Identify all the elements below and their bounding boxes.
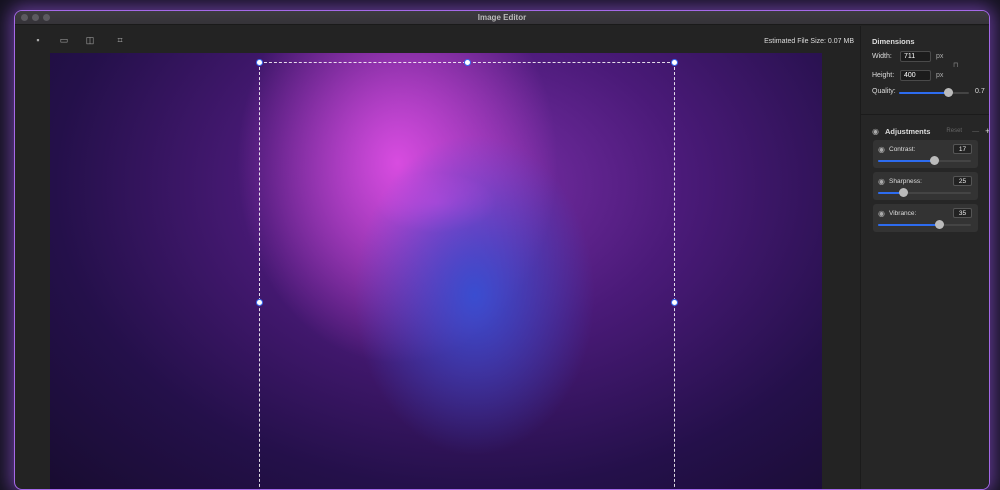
- settings-panel: Dimensions Width: 711 px ⊓ Height: 400 px Qu…: [860, 26, 989, 489]
- layout-icon[interactable]: ▪: [31, 35, 45, 45]
- width-input[interactable]: 711: [900, 51, 931, 62]
- adjustment-value-input[interactable]: 17: [953, 144, 972, 154]
- adjustment-label: Contrast:: [889, 146, 916, 153]
- quality-knob[interactable]: [944, 88, 953, 97]
- file-size-label: Estimated File Size: 0.07 MB: [764, 38, 854, 45]
- crop-handle-tl[interactable]: [256, 59, 263, 66]
- quality-label: Quality:: [872, 88, 896, 95]
- crop-handle-right[interactable]: [671, 299, 678, 306]
- height-label: Height:: [872, 72, 895, 79]
- window-title: Image Editor: [477, 13, 527, 22]
- image-editor-window: Image Editor ▪ ▭ ◫ ⌗ Estimated File Size…: [14, 10, 990, 490]
- adjustment-value-input[interactable]: 35: [953, 208, 972, 218]
- title-bar: Image Editor: [15, 11, 989, 25]
- adjustment-label: Sharpness:: [889, 178, 922, 185]
- eye-icon[interactable]: ◉: [878, 209, 885, 218]
- split-icon[interactable]: ◫: [83, 35, 97, 45]
- quality-slider[interactable]: [899, 88, 969, 97]
- width-label: Width:: [872, 53, 892, 60]
- eye-icon[interactable]: ◉: [878, 177, 885, 186]
- crop-icon[interactable]: ⌗: [113, 35, 127, 45]
- crop-handle-left[interactable]: [256, 299, 263, 306]
- adjustment-slider[interactable]: [878, 220, 971, 229]
- remove-button[interactable]: —: [972, 128, 979, 135]
- crop-handle-tr[interactable]: [671, 59, 678, 66]
- adjustment-card: ◉ Vibrance: 35: [873, 204, 978, 232]
- crop-handle-top[interactable]: [464, 59, 471, 66]
- fit-width-icon[interactable]: ▭: [57, 35, 71, 45]
- slider-knob[interactable]: [929, 156, 939, 165]
- eye-icon[interactable]: ◉: [872, 127, 879, 136]
- adjustment-card: ◉ Sharpness: 25: [873, 172, 978, 200]
- height-unit: px: [936, 72, 944, 79]
- crop-box[interactable]: [256, 59, 678, 489]
- slider-knob[interactable]: [935, 220, 945, 229]
- adjustment-slider[interactable]: [878, 188, 971, 197]
- eye-icon[interactable]: ◉: [878, 145, 885, 154]
- slider-knob[interactable]: [899, 188, 909, 197]
- adjustments-heading: Adjustments: [884, 126, 931, 136]
- toolbar: ▪ ▭ ◫ ⌗ Estimated File Size: 0.07 MB: [15, 26, 860, 56]
- quality-value: 0.7: [975, 88, 985, 95]
- reset-button[interactable]: Reset: [946, 128, 962, 134]
- adjustment-label: Vibrance:: [889, 210, 917, 217]
- image-canvas[interactable]: [50, 53, 822, 489]
- adjustment-slider[interactable]: [878, 156, 971, 165]
- lock-icon[interactable]: ⊓: [953, 61, 958, 69]
- height-input[interactable]: 400: [900, 70, 931, 81]
- dimensions-heading: Dimensions: [872, 37, 915, 46]
- width-unit: px: [936, 53, 944, 60]
- add-button[interactable]: +: [985, 126, 989, 136]
- adjustment-value-input[interactable]: 25: [953, 176, 972, 186]
- adjustment-card: ◉ Contrast: 17: [873, 140, 978, 168]
